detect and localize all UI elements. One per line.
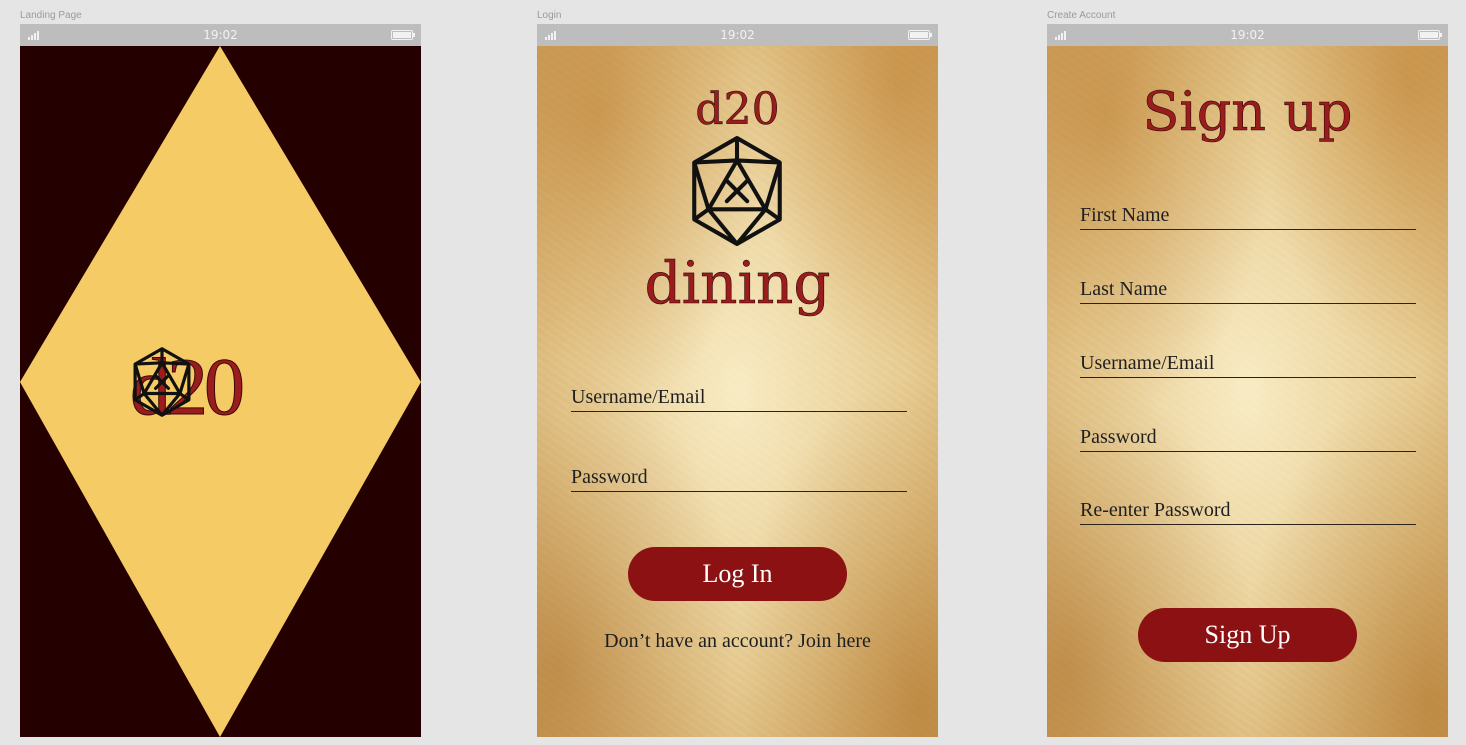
- battery-icon: [391, 30, 415, 40]
- log-in-button[interactable]: Log In: [628, 547, 847, 601]
- landing-background: d20: [20, 46, 421, 737]
- logo-bottom-text: dining: [644, 249, 831, 318]
- last-name-field[interactable]: Last Name: [1080, 278, 1416, 304]
- battery-icon: [908, 30, 932, 40]
- frame-label-login: Login: [537, 10, 562, 21]
- first-name-field[interactable]: First Name: [1080, 204, 1416, 230]
- username-email-field[interactable]: Username/Email: [1080, 352, 1416, 378]
- status-time: 19:02: [1230, 28, 1265, 42]
- status-time: 19:02: [203, 28, 238, 42]
- frame-label-create-account: Create Account: [1047, 10, 1116, 21]
- status-time: 19:02: [720, 28, 755, 42]
- d20-fork-knife-icon: [686, 134, 788, 253]
- status-bar: 19:02: [20, 24, 421, 46]
- battery-icon: [1418, 30, 1442, 40]
- status-bar: 19:02: [1047, 24, 1448, 46]
- create-account-frame: 19:02 Sign up First Name Last Name Usern…: [1047, 24, 1448, 737]
- username-email-field[interactable]: Username/Email: [571, 386, 907, 412]
- password-field[interactable]: Password: [571, 466, 907, 492]
- logo-top-text: d20: [695, 84, 780, 136]
- join-here-link[interactable]: Don’t have an account? Join here: [537, 630, 938, 653]
- landing-page-frame: d20 19:02: [20, 24, 421, 737]
- landing-logo: d20: [130, 345, 246, 428]
- page-title: Sign up: [1142, 80, 1353, 144]
- reenter-password-field[interactable]: Re-enter Password: [1080, 499, 1416, 525]
- status-bar: 19:02: [537, 24, 938, 46]
- frame-label-landing: Landing Page: [20, 10, 82, 21]
- login-frame: 19:02 d20 dining Username/Email Password…: [537, 24, 938, 737]
- sign-up-button[interactable]: Sign Up: [1138, 608, 1357, 662]
- password-field[interactable]: Password: [1080, 426, 1416, 452]
